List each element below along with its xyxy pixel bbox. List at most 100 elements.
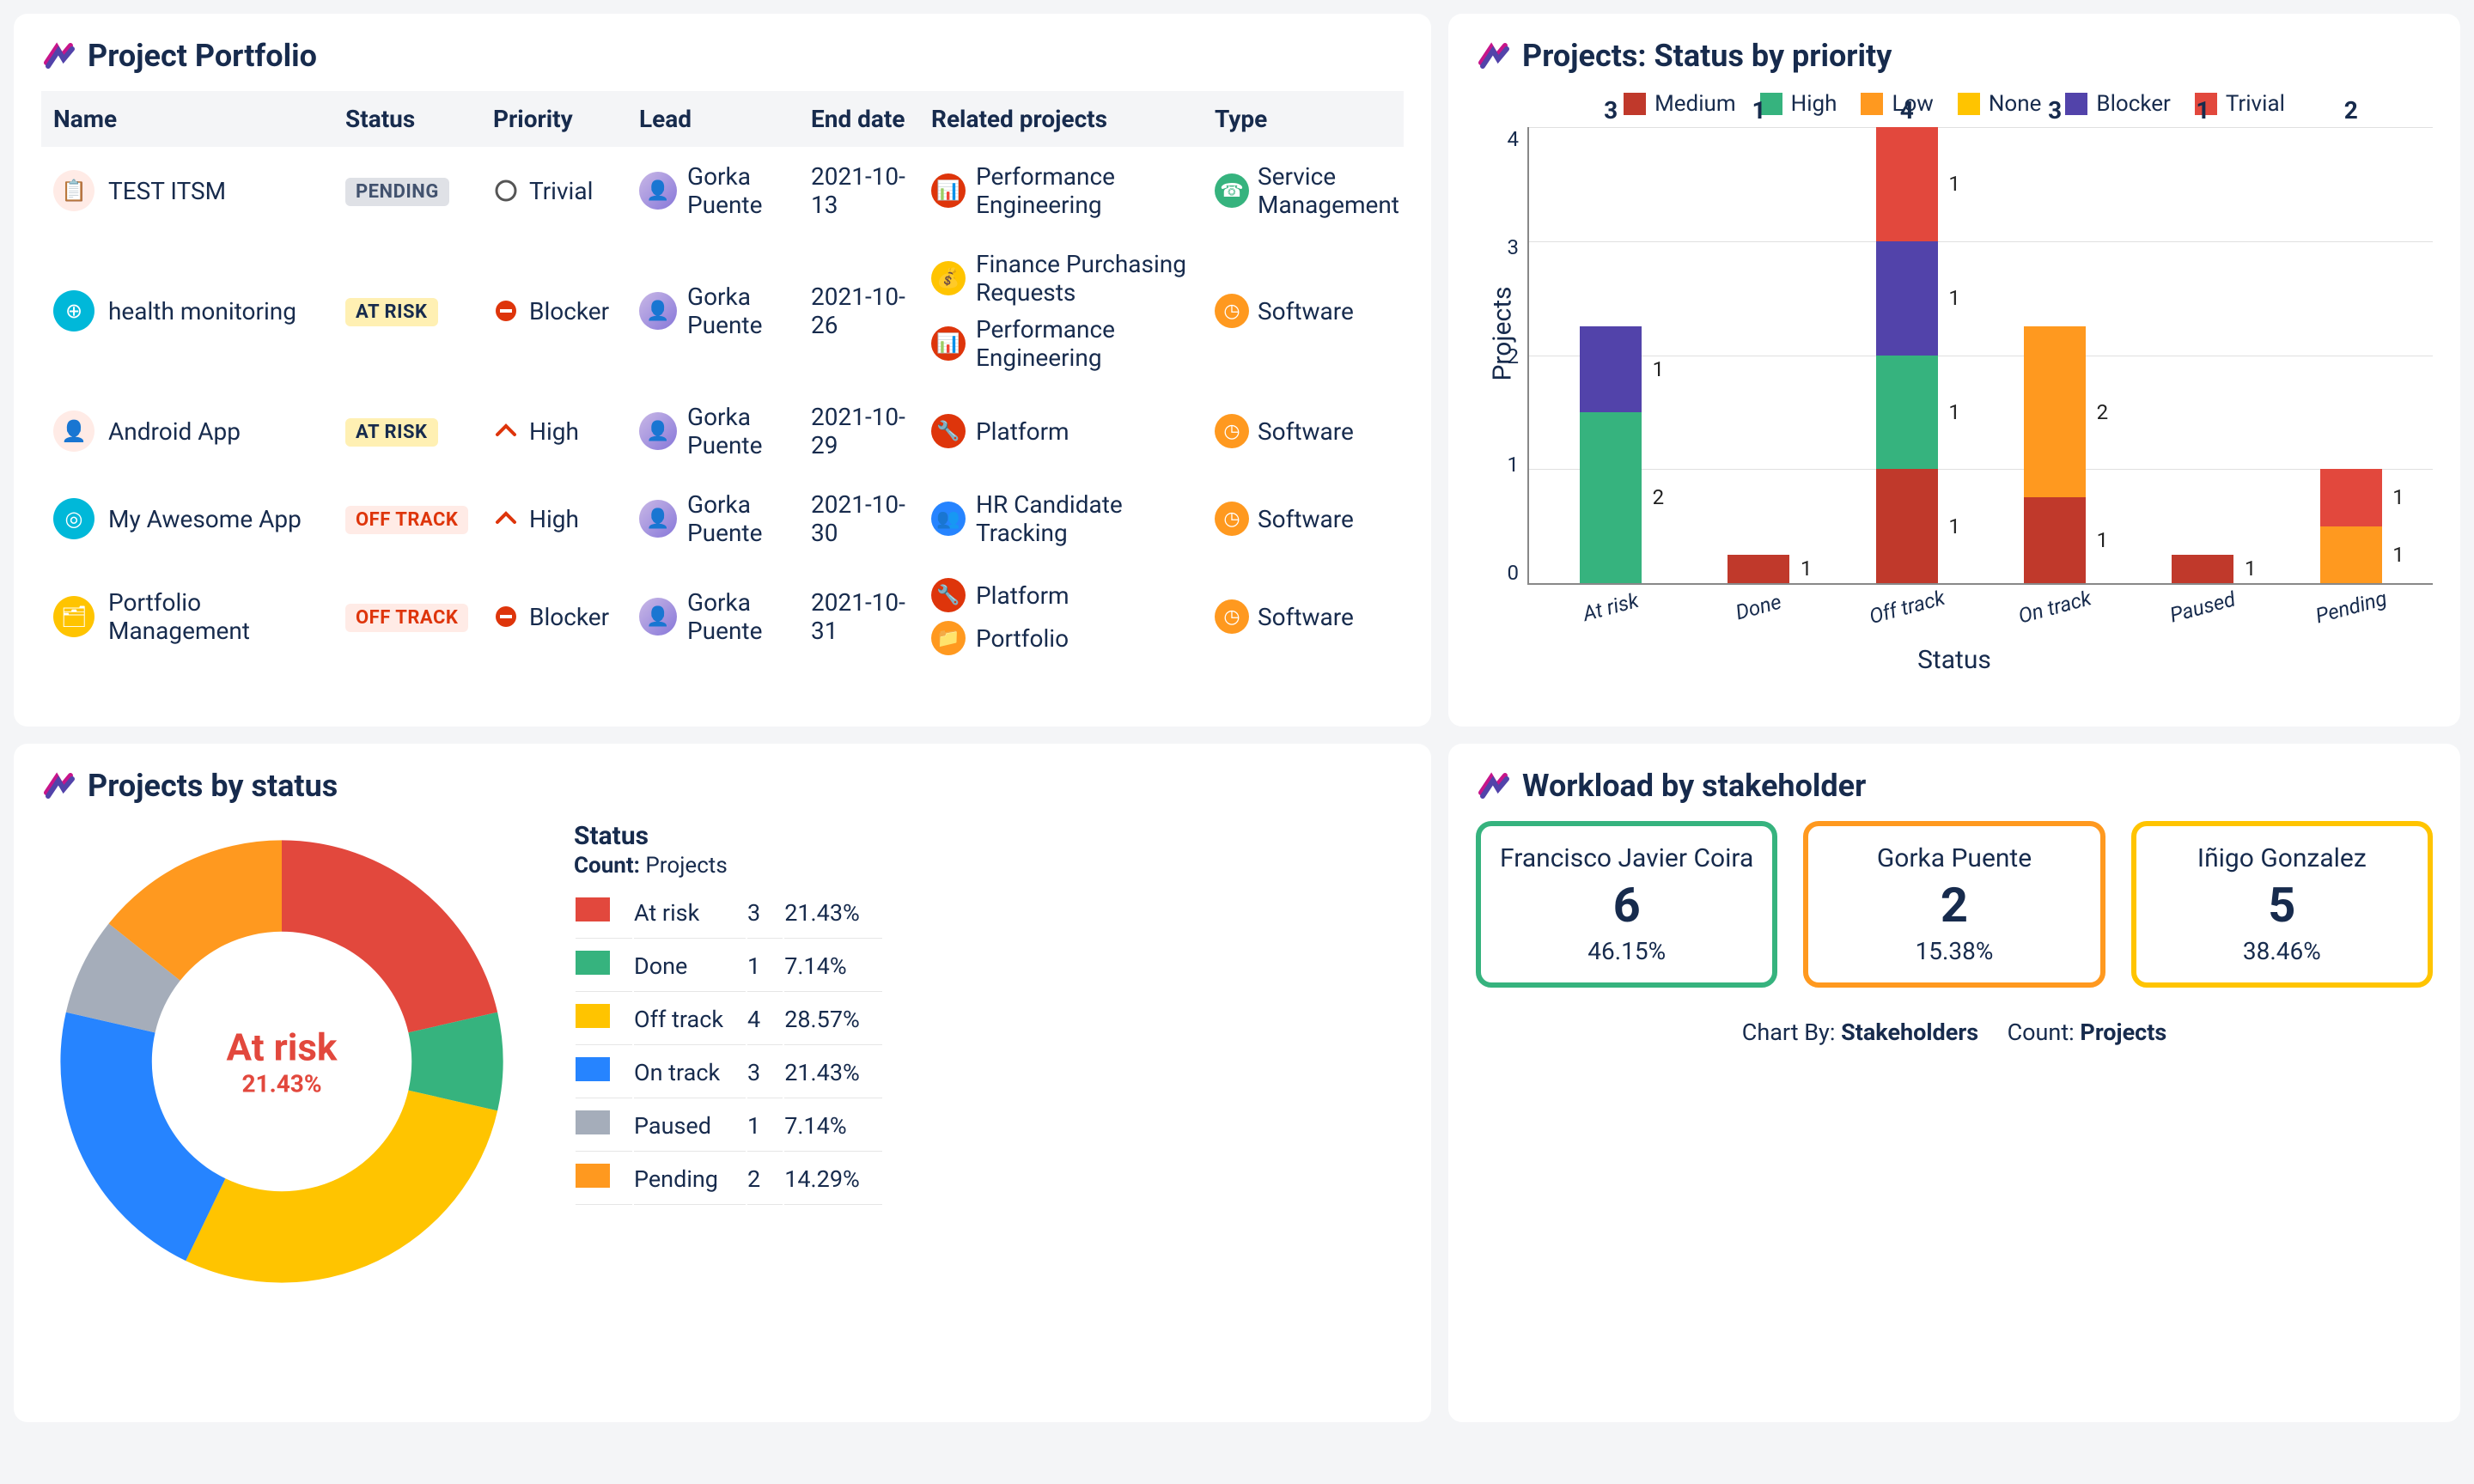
col-lead[interactable]: Lead xyxy=(627,91,799,147)
donut-center-label: At risk xyxy=(227,1025,338,1070)
donut-legend-count: 3 xyxy=(747,887,783,939)
donut-chart[interactable]: At risk 21.43% xyxy=(41,821,522,1302)
bar-total: 2 xyxy=(2344,96,2358,125)
priority-icon xyxy=(493,604,519,629)
related-project[interactable]: 💰 Finance Purchasing Requests xyxy=(931,250,1191,307)
donut-legend-label: On track xyxy=(634,1047,746,1098)
x-tick: Paused xyxy=(2167,587,2238,627)
related-project[interactable]: 📁 Portfolio xyxy=(931,621,1191,655)
donut-legend-count: 2 xyxy=(747,1153,783,1205)
x-tick: On track xyxy=(2016,586,2094,628)
donut-legend-row[interactable]: Paused 1 7.14% xyxy=(576,1100,882,1152)
bar-column[interactable]: 1 1 Paused xyxy=(2142,127,2264,583)
donut-legend-count: 1 xyxy=(747,940,783,992)
related-project[interactable]: 🔧 Platform xyxy=(931,414,1191,448)
bar-segment: 1 xyxy=(2172,555,2233,583)
logo-icon xyxy=(1476,769,1510,803)
related-project-label: Performance Engineering xyxy=(976,162,1191,219)
donut-legend-count: 1 xyxy=(747,1100,783,1152)
legend-item[interactable]: Medium xyxy=(1624,91,1736,117)
bar-column[interactable]: 2 1 1 Pending xyxy=(2290,127,2412,583)
workload-footer: Chart By: Stakeholders Count: Projects xyxy=(1476,1019,2433,1046)
bar-column[interactable]: 3 1 2 On track xyxy=(1994,127,2116,583)
donut-legend-row[interactable]: Off track 4 28.57% xyxy=(576,994,882,1045)
priority-label: Trivial xyxy=(529,177,593,205)
workload-name: Francisco Javier Coira xyxy=(1490,843,1764,873)
table-row[interactable]: 🗂 Portfolio Management OFF TRACK Blocker… xyxy=(41,563,1404,671)
bar-segment-value: 2 xyxy=(2097,400,2109,424)
col-enddate[interactable]: End date xyxy=(799,91,919,147)
bar-segment-value: 1 xyxy=(1948,172,1960,196)
related-project-icon: 📊 xyxy=(931,173,966,208)
table-row[interactable]: 📋 TEST ITSM PENDING Trivial 👤 Gorka Puen… xyxy=(41,147,1404,234)
donut-legend-label: Off track xyxy=(634,994,746,1045)
related-project-label: Performance Engineering xyxy=(976,315,1191,372)
col-related[interactable]: Related projects xyxy=(919,91,1203,147)
donut-legend-row[interactable]: Done 1 7.14% xyxy=(576,940,882,992)
bar-column[interactable]: 4 1 1 1 1 Off track xyxy=(1846,127,1968,583)
donut-slice[interactable] xyxy=(186,1091,497,1283)
portfolio-header-row: Name Status Priority Lead End date Relat… xyxy=(41,91,1404,147)
workload-tile[interactable]: Gorka Puente 2 15.38% xyxy=(1803,821,2105,988)
related-project[interactable]: 📊 Performance Engineering xyxy=(931,162,1191,219)
col-priority[interactable]: Priority xyxy=(481,91,627,147)
workload-count: 2 xyxy=(1817,877,2091,934)
bar-segment: 1 xyxy=(1876,356,1938,470)
donut-legend-row[interactable]: At risk 3 21.43% xyxy=(576,887,882,939)
priority-label: High xyxy=(529,417,579,446)
related-project-label: Finance Purchasing Requests xyxy=(976,250,1191,307)
donut-slice[interactable] xyxy=(282,840,497,1032)
donut-legend-pct: 21.43% xyxy=(784,887,882,939)
related-project-label: Portfolio xyxy=(976,624,1069,653)
project-icon: 📋 xyxy=(53,170,94,211)
donut-legend-pct: 7.14% xyxy=(784,940,882,992)
priority-label: High xyxy=(529,505,579,533)
end-date: 2021-10-26 xyxy=(799,234,919,387)
related-project[interactable]: 📊 Performance Engineering xyxy=(931,315,1191,372)
legend-item[interactable]: None xyxy=(1958,91,2042,117)
donut-slice[interactable] xyxy=(60,1013,225,1261)
legend-swatch xyxy=(576,1057,610,1081)
lead-name: Gorka Puente xyxy=(687,162,787,219)
workload-tile[interactable]: Francisco Javier Coira 6 46.15% xyxy=(1476,821,1777,988)
y-axis-label: Projects xyxy=(1488,286,1518,380)
bar-total: 1 xyxy=(1752,96,1765,125)
legend-item[interactable]: High xyxy=(1760,91,1837,117)
related-project-label: HR Candidate Tracking xyxy=(976,490,1191,547)
donut-legend-count: 4 xyxy=(747,994,783,1045)
col-type[interactable]: Type xyxy=(1203,91,1404,147)
table-row[interactable]: ⊕ health monitoring AT RISK Blocker 👤 Go… xyxy=(41,234,1404,387)
legend-label: Blocker xyxy=(2096,91,2170,117)
project-name: TEST ITSM xyxy=(108,177,226,205)
donut-legend-row[interactable]: On track 3 21.43% xyxy=(576,1047,882,1098)
related-project[interactable]: 👥 HR Candidate Tracking xyxy=(931,490,1191,547)
legend-item[interactable]: Blocker xyxy=(2065,91,2170,117)
priority-label: Blocker xyxy=(529,603,609,631)
bar-segment: 2 xyxy=(2024,326,2086,497)
logo-icon xyxy=(41,769,76,803)
donut-legend-sub-label: Count: xyxy=(574,853,640,879)
legend-item[interactable]: Low xyxy=(1861,91,1933,117)
bar-total: 4 xyxy=(1900,96,1914,125)
bar-segment: 1 xyxy=(1580,326,1642,412)
workload-footer-value2: Projects xyxy=(2080,1019,2166,1046)
lead-name: Gorka Puente xyxy=(687,588,787,645)
status-badge: OFF TRACK xyxy=(345,604,468,632)
legend-label: None xyxy=(1989,91,2042,117)
table-row[interactable]: ◎ My Awesome App OFF TRACK High 👤 Gorka … xyxy=(41,475,1404,563)
donut-legend: Status Count: Projects At risk 3 21.43% … xyxy=(574,821,1404,1207)
table-row[interactable]: 👤 Android App AT RISK High 👤 Gorka Puent… xyxy=(41,387,1404,475)
donut-legend-row[interactable]: Pending 2 14.29% xyxy=(576,1153,882,1205)
bar-segment-value: 1 xyxy=(2245,556,2257,581)
bar-column[interactable]: 1 1 Done xyxy=(1697,127,1819,583)
col-status[interactable]: Status xyxy=(333,91,481,147)
related-project[interactable]: 🔧 Platform xyxy=(931,578,1191,612)
project-name: health monitoring xyxy=(108,297,296,325)
related-project-icon: 📁 xyxy=(931,621,966,655)
workload-tile[interactable]: Iñigo Gonzalez 5 38.46% xyxy=(2131,821,2433,988)
related-project-icon: 🔧 xyxy=(931,414,966,448)
end-date: 2021-10-13 xyxy=(799,147,919,234)
bar-column[interactable]: 3 2 1 At risk xyxy=(1550,127,1672,583)
projects-by-status-title: Projects by status xyxy=(88,768,338,804)
col-name[interactable]: Name xyxy=(41,91,333,147)
